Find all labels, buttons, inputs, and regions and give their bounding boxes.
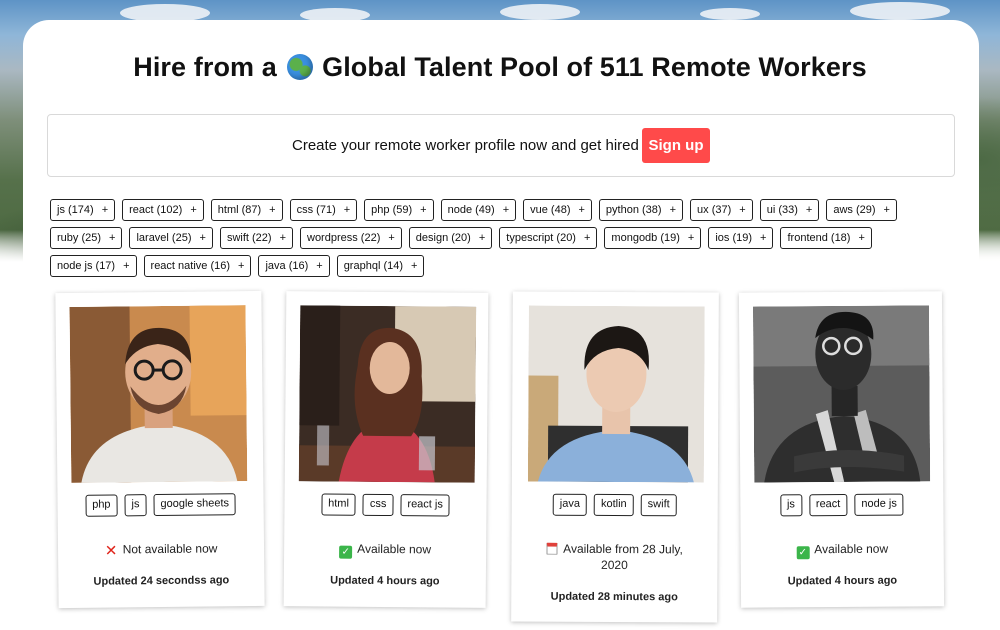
skill-tag[interactable]: kotlin [593, 493, 634, 517]
skill-list: java kotlin swift [512, 493, 718, 517]
skill-list: html css react js [284, 493, 486, 517]
add-icon: + [669, 204, 677, 216]
tag-filter[interactable]: react native (16) + [143, 255, 252, 277]
tag-filter[interactable]: python (38) + [598, 199, 684, 221]
skill-list: php js google sheets [57, 493, 263, 517]
calendar-icon [546, 542, 558, 555]
add-icon: + [420, 204, 427, 216]
cloud-decoration [850, 2, 950, 20]
add-icon: + [805, 204, 813, 216]
title-prefix: Hire from a [133, 52, 277, 82]
signup-prompt: Create your remote worker profile now an… [292, 137, 639, 154]
worker-photo [527, 305, 705, 483]
add-icon: + [199, 232, 206, 244]
x-icon: ✕ [104, 542, 118, 560]
worker-card[interactable]: php js google sheets ✕ Not available now … [55, 290, 265, 609]
add-icon: + [411, 260, 418, 272]
skill-tag[interactable]: js [124, 494, 147, 517]
worker-card[interactable]: js react node js ✓ Available now Updated … [738, 291, 945, 608]
add-icon: + [123, 260, 130, 272]
add-icon: + [101, 204, 109, 216]
skill-tag[interactable]: java [552, 493, 588, 516]
skill-tag[interactable]: html [321, 493, 357, 516]
skill-tag[interactable]: php [85, 494, 118, 517]
add-icon: + [883, 204, 890, 216]
tag-filter[interactable]: html (87) + [210, 199, 283, 221]
availability-status: ✓ Available now [284, 540, 486, 560]
tag-filter[interactable]: graphql (14) + [336, 255, 425, 277]
add-icon: + [858, 232, 865, 244]
skill-tag[interactable]: google sheets [153, 493, 237, 517]
updated-time: Updated 24 secondss ago [93, 574, 230, 588]
tag-filter[interactable]: laravel (25) + [129, 227, 213, 249]
updated-time: Updated 28 minutes ago [550, 590, 678, 604]
add-icon: + [343, 204, 351, 216]
skill-tag[interactable]: react js [400, 494, 450, 517]
updated-time: Updated 4 hours ago [787, 574, 898, 588]
add-icon: + [190, 204, 197, 216]
skill-tag[interactable]: swift [640, 494, 677, 517]
availability-status: ✓ Available now [741, 540, 944, 560]
add-icon: + [502, 204, 510, 216]
tag-filter[interactable]: vue (48) + [523, 199, 592, 221]
add-icon: + [760, 232, 767, 244]
skill-tag[interactable]: node js [854, 493, 904, 516]
tag-filter[interactable]: ui (33) + [759, 199, 820, 221]
add-icon: + [279, 232, 286, 244]
add-icon: + [739, 204, 746, 216]
tag-filter[interactable]: typescript (20) + [499, 227, 598, 249]
worker-photo [298, 305, 477, 483]
tag-filter[interactable]: node (49) + [440, 199, 517, 221]
add-icon: + [316, 260, 323, 272]
add-icon: + [583, 232, 591, 244]
tag-filter[interactable]: css (71) + [289, 199, 358, 221]
skill-tag[interactable]: js [779, 494, 802, 517]
tag-filter[interactable]: aws (29) + [826, 199, 897, 221]
tag-filter[interactable]: wordpress (22) + [300, 227, 402, 249]
tag-filter[interactable]: ios (19) + [708, 227, 774, 249]
title-suffix: Global Talent Pool of 511 Remote Workers [322, 52, 867, 82]
add-icon: + [238, 260, 245, 272]
tag-filter[interactable]: js (174) + [50, 199, 116, 221]
tag-filter-list: js (174) + react (102) + html (87) + css (7… [50, 199, 950, 277]
cloud-decoration [500, 4, 580, 20]
add-icon: + [687, 232, 695, 244]
tag-filter[interactable]: swift (22) + [219, 227, 293, 249]
worker-photo [753, 305, 931, 483]
tag-filter[interactable]: ruby (25) + [50, 227, 123, 249]
globe-icon [286, 54, 313, 80]
tag-filter[interactable]: java (16) + [258, 255, 330, 277]
skill-tag[interactable]: css [362, 493, 394, 517]
tag-filter[interactable]: react (102) + [122, 199, 204, 221]
cloud-decoration [700, 8, 760, 20]
check-icon: ✓ [796, 546, 810, 560]
add-icon: + [109, 232, 116, 244]
updated-time: Updated 4 hours ago [330, 574, 440, 588]
page-title: Hire from a Global Talent Pool of 511 Re… [0, 52, 1000, 83]
skill-list: js react node js [740, 493, 943, 517]
add-icon: + [478, 232, 486, 244]
tag-filter[interactable]: mongodb (19) + [604, 227, 702, 249]
skill-tag[interactable]: react [808, 493, 848, 517]
availability-status: ✕ Not available now [104, 541, 218, 560]
add-icon: + [269, 204, 276, 216]
worker-photo [69, 305, 248, 483]
check-icon: ✓ [339, 545, 353, 559]
availability-status: Available from 28 July, 2020 [511, 540, 717, 573]
tag-filter[interactable]: node js (17) + [50, 255, 137, 277]
add-icon: + [388, 232, 395, 244]
worker-card[interactable]: java kotlin swift Available from 28 July… [511, 291, 719, 623]
worker-card[interactable]: html css react js ✓ Available now Updated… [283, 291, 489, 608]
tag-filter[interactable]: frontend (18) + [780, 227, 872, 249]
signup-button[interactable]: Sign up [642, 128, 710, 163]
tag-filter[interactable]: php (59) + [364, 199, 434, 221]
tag-filter[interactable]: design (20) + [408, 227, 493, 249]
add-icon: + [578, 204, 585, 216]
tag-filter[interactable]: ux (37) + [690, 199, 753, 221]
